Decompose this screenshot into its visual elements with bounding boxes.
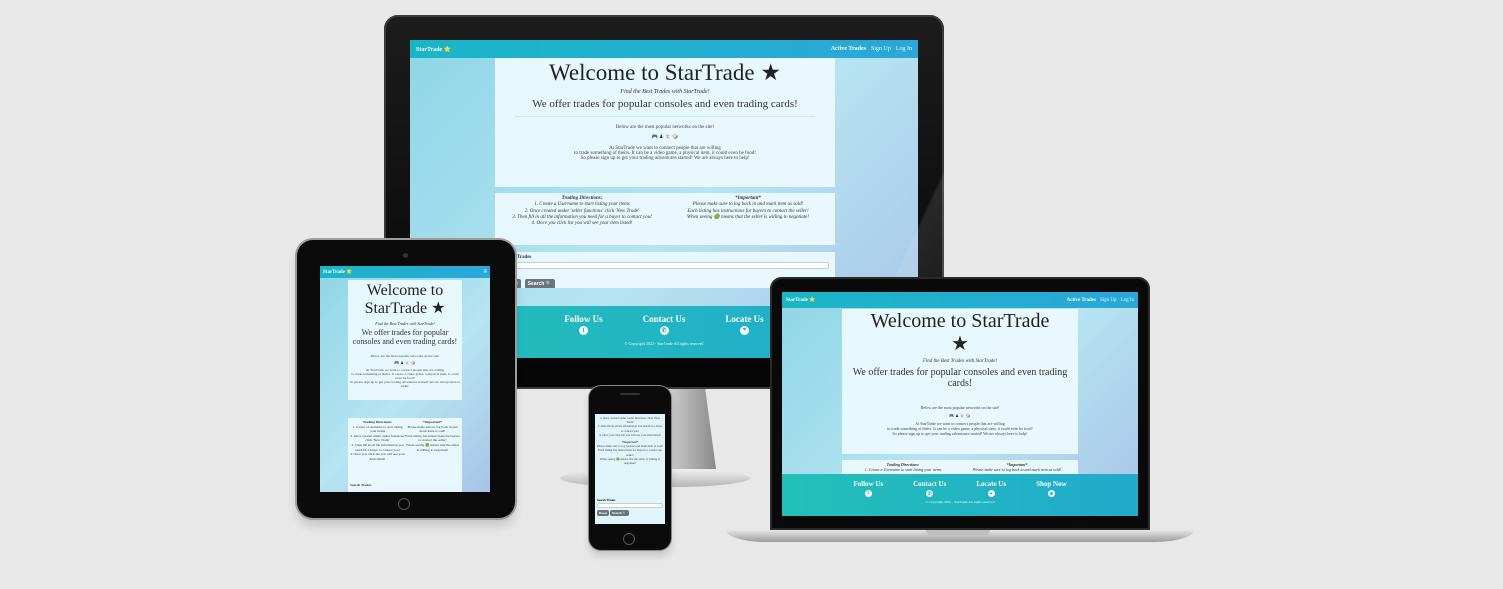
tablet-welcome-heading: Welcome to StarTrade ★ — [364, 282, 446, 317]
laptop-shop-icon[interactable]: ◉ — [1047, 490, 1055, 497]
facebook-icon[interactable]: f — [579, 326, 588, 335]
phone-home-button[interactable] — [623, 533, 635, 545]
phone-speaker — [620, 393, 640, 395]
laptop-star-icon: ★ — [951, 333, 969, 355]
laptop-nav-active-trades[interactable]: Active Trades — [1067, 298, 1096, 303]
network-icons[interactable]: 🎮 ♟ 🃏 🎲 — [495, 134, 835, 140]
laptop-brand-logo[interactable]: StarTrade ⭐ — [786, 297, 815, 303]
phone-reset-button[interactable]: Reset — [597, 510, 610, 516]
navbar: StarTrade ⭐ Active Trades Sign Up Log In — [410, 40, 918, 58]
tablet-screen: StarTrade ⭐ ≡ Welcome to StarTrade ★ Fin… — [320, 266, 490, 492]
footer-locate-us: Locate Us ⌖ — [725, 314, 764, 335]
laptop-telegram-icon[interactable]: ✆ — [926, 490, 934, 497]
laptop-location-icon[interactable]: ⌖ — [987, 490, 995, 497]
nav-sign-up[interactable]: Sign Up — [871, 46, 891, 52]
tablet-camera — [403, 253, 408, 258]
laptop-navbar: StarTrade ⭐ Active Trades Sign Up Log In — [782, 292, 1138, 308]
hamburger-menu-icon[interactable]: ≡ — [484, 269, 487, 275]
phone-search-input[interactable] — [597, 503, 663, 508]
directions-column: Trading Directions: 1. Create a Username… — [512, 196, 652, 227]
star-icon: ★ — [760, 60, 781, 85]
tagline: Find the Best Trades with StarTrade! — [620, 89, 710, 95]
laptop-facebook-icon[interactable]: f — [864, 490, 872, 497]
phone-search-label: Search Trades — [597, 498, 616, 502]
tablet-welcome-card: Welcome to StarTrade ★ Find the Best Tra… — [348, 280, 462, 400]
search-input[interactable] — [501, 262, 829, 269]
laptop-footer: Follow Us f Contact Us ✆ Locate Us ⌖ Sho… — [782, 474, 1138, 516]
nav-log-in[interactable]: Log In — [896, 46, 912, 52]
tablet-search-label: Search Trades — [350, 483, 372, 487]
tablet-brand-logo[interactable]: StarTrade ⭐ — [323, 269, 352, 275]
phone-directions: 2. Once created under 'seller functions'… — [597, 416, 663, 466]
offer-subtitle: We offer trades for popular consoles and… — [532, 98, 798, 110]
tablet-directions-card: Trading Directions: 1. Create a Username… — [348, 418, 462, 482]
location-icon[interactable]: ⌖ — [740, 326, 749, 335]
laptop-welcome-card: Welcome to StarTrade ★ Find the Best Tra… — [842, 309, 1078, 454]
tablet-star-icon: ★ — [431, 300, 446, 317]
about-line-3: So please sign up to get your trading ad… — [580, 156, 750, 161]
footer-contact-us: Contact Us ✆ — [642, 314, 686, 335]
phone-screen: 2. Once created under 'seller functions'… — [595, 414, 665, 524]
phone-search: Search Trades Reset Search 🔍 — [597, 498, 663, 516]
search-label: Search Trades — [501, 255, 532, 260]
search-button[interactable]: Search 🔍 — [524, 279, 555, 288]
laptop-notch — [926, 530, 990, 535]
brand-logo[interactable]: StarTrade ⭐ — [416, 46, 451, 53]
laptop-nav-sign-up[interactable]: Sign Up — [1100, 298, 1117, 303]
laptop-screen: StarTrade ⭐ Active Trades Sign Up Log In… — [782, 292, 1138, 516]
welcome-card: Welcome to StarTrade ★ Find the Best Tra… — [495, 58, 835, 187]
nav-links: Active Trades Sign Up Log In — [831, 46, 912, 52]
nav-active-trades[interactable]: Active Trades — [831, 46, 866, 52]
important-column: *Important* Please make sure to log back… — [686, 196, 810, 220]
telegram-icon[interactable]: ✆ — [659, 326, 669, 335]
welcome-heading: Welcome to StarTrade ★ — [549, 60, 781, 85]
laptop-nav-log-in[interactable]: Log In — [1121, 298, 1134, 303]
networks-intro: Below are the most popular networks on t… — [615, 125, 715, 130]
phone-search-button[interactable]: Search 🔍 — [609, 510, 629, 516]
laptop-welcome-heading: Welcome to StarTrade ★ — [870, 310, 1050, 355]
footer-follow-us: Follow Us f — [564, 314, 603, 335]
tablet-navbar: StarTrade ⭐ ≡ — [320, 266, 490, 278]
laptop-directions-card: Trading Directions: 1. Create a Username… — [842, 460, 1078, 474]
tablet-search-card: Search Trades — [348, 481, 462, 492]
directions-card: Trading Directions: 1. Create a Username… — [495, 193, 835, 245]
tablet-home-button[interactable] — [398, 498, 410, 510]
